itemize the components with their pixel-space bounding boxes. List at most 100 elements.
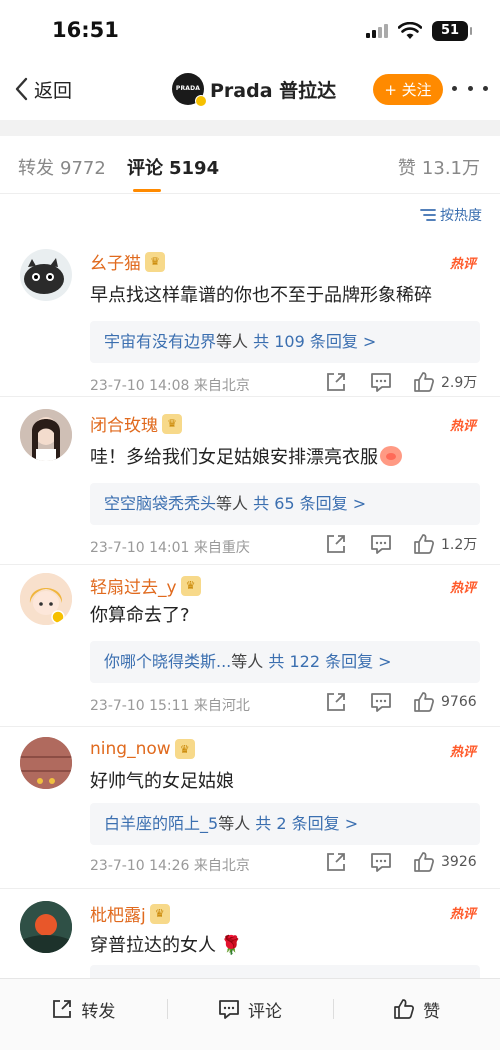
back-button[interactable]: 返回 (14, 74, 72, 104)
sort-by-hot-button[interactable]: 按热度 (420, 205, 482, 225)
repost-button[interactable]: 转发 (0, 979, 167, 1039)
like-button[interactable]: 1.2万 (413, 533, 477, 555)
comment-date: 23-7-10 14:01 (90, 540, 190, 556)
reply-connector: 等人 (216, 332, 249, 351)
reply-user: 你哪个晓得类斯... (104, 652, 232, 671)
vip-badge-icon: ♛ (180, 575, 201, 596)
like-button[interactable]: 3926 (413, 851, 477, 873)
tab-like[interactable]: 赞 13.1万 (398, 154, 480, 180)
status-bar: 16:51 51 (0, 0, 500, 62)
reply-icon[interactable] (370, 533, 392, 555)
bottom-action-bar: 转发 评论 赞 (0, 978, 500, 1050)
comment-item: 轻扇过去_y ♛ 热评 你算命去了? 你哪个晓得类斯...等人 共 122 条回… (0, 565, 500, 727)
comment-meta: 23-7-10 14:26 来自北京 (90, 855, 250, 875)
tab-like-count: 13.1万 (421, 158, 480, 179)
thumbs-up-icon (414, 372, 434, 392)
share-icon[interactable] (325, 851, 347, 873)
share-icon[interactable] (325, 533, 347, 555)
share-icon[interactable] (325, 691, 347, 713)
vip-badge-icon: ♛ (145, 251, 165, 272)
signal-icon (366, 24, 390, 38)
username[interactable]: 轻扇过去_y (90, 573, 177, 598)
reply-icon[interactable] (370, 691, 392, 713)
avatar[interactable] (20, 409, 72, 461)
comment-text: 哇！多给我们女足姑娘安排漂亮衣服 (90, 443, 402, 469)
divider (0, 120, 500, 136)
username[interactable]: 枇杷露j (90, 901, 146, 926)
like-button[interactable]: 2.9万 (413, 371, 477, 393)
rose-emoji-icon: 🌹 (220, 935, 243, 956)
navbar: 返回 PRADA Prada 普拉达 + 关注 (0, 62, 500, 118)
reply-connector: 等人 (216, 494, 249, 513)
like-post-button[interactable]: 赞 (333, 979, 500, 1039)
status-time: 16:51 (52, 18, 119, 42)
comment-location: 来自河北 (193, 698, 250, 714)
comment-date: 23-7-10 14:08 (90, 378, 190, 394)
replies-link[interactable] (90, 965, 480, 978)
reply-icon[interactable] (370, 851, 392, 873)
comment-item: 枇杷露j ♛ 热评 穿普拉达的女人 🌹 (0, 889, 500, 978)
account-header[interactable]: PRADA Prada 普拉达 (172, 72, 337, 107)
reply-icon[interactable] (370, 371, 392, 393)
hot-comment-badge: 热评 (449, 581, 476, 596)
follow-button[interactable]: + 关注 (373, 74, 443, 105)
username-row: 闭合玫瑰 ♛ (90, 411, 182, 436)
comment-item: 幺子猫 ♛ 热评 早点找这样靠谱的你也不至于品牌形象稀碎 宇宙有没有边界等人 共… (0, 235, 500, 397)
account-avatar: PRADA (172, 73, 207, 107)
more-options-icon[interactable] (452, 86, 488, 94)
avatar[interactable] (20, 249, 72, 301)
reply-count: 共 109 条回复 > (253, 332, 377, 351)
verified-badge-icon (195, 95, 207, 107)
thumbs-up-icon (414, 534, 434, 554)
username[interactable]: 幺子猫 (90, 249, 141, 274)
sort-label: 按热度 (440, 208, 482, 224)
hot-comment-badge: 热评 (449, 257, 476, 272)
thumbs-up-icon (394, 999, 415, 1019)
reply-user: 白羊座的陌上_5 (104, 814, 219, 833)
avatar[interactable] (20, 901, 72, 953)
comment-actions: 3926 (325, 849, 485, 877)
comment-date: 23-7-10 15:11 (90, 698, 190, 714)
replies-link[interactable]: 你哪个晓得类斯...等人 共 122 条回复 > (90, 641, 480, 683)
repost-label: 转发 (81, 1001, 116, 1022)
like-button[interactable]: 9766 (413, 691, 477, 713)
comment-meta: 23-7-10 14:01 来自重庆 (90, 537, 250, 557)
tab-comment-label: 评论 (127, 158, 163, 179)
tab-repost[interactable]: 转发 9772 (18, 154, 106, 180)
replies-link[interactable]: 白羊座的陌上_5等人 共 2 条回复 > (90, 803, 480, 845)
comment-meta: 23-7-10 15:11 来自河北 (90, 695, 250, 715)
like-count: 3926 (441, 854, 477, 870)
comment-icon (219, 1000, 239, 1019)
like-count: 1.2万 (441, 537, 478, 553)
thumbs-up-icon (414, 692, 434, 712)
comment-text-content: 穿普拉达的女人 (90, 935, 216, 956)
reply-connector: 等人 (231, 652, 264, 671)
tab-repost-label: 转发 (18, 158, 54, 179)
avatar[interactable] (20, 737, 72, 789)
tab-comment-count: 5194 (169, 158, 220, 179)
username[interactable]: ning_now (90, 739, 171, 759)
account-name: Prada 普拉达 (210, 79, 337, 102)
comment-meta: 23-7-10 14:08 来自北京 (90, 375, 250, 395)
back-label: 返回 (34, 79, 73, 102)
replies-link[interactable]: 宇宙有没有边界等人 共 109 条回复 > (90, 321, 480, 363)
comment-date: 23-7-10 14:26 (90, 858, 190, 874)
vip-badge-icon: ♛ (162, 413, 182, 434)
avatar[interactable] (20, 573, 72, 625)
username[interactable]: 闭合玫瑰 (90, 411, 158, 436)
comment-text: 你算命去了? (90, 605, 190, 626)
share-icon[interactable] (325, 371, 347, 393)
vip-badge-icon: ♛ (149, 903, 170, 924)
sort-icon (420, 209, 436, 221)
tab-comment[interactable]: 评论 5194 (127, 154, 220, 192)
replies-link[interactable]: 空空脑袋秃秃头等人 共 65 条回复 > (90, 483, 480, 525)
comment-item: 闭合玫瑰 ♛ 热评 哇！多给我们女足姑娘安排漂亮衣服 空空脑袋秃秃头等人 共 6… (0, 397, 500, 565)
reply-user: 宇宙有没有边界 (104, 332, 217, 351)
hot-comment-badge: 热评 (449, 907, 476, 922)
comment-button[interactable]: 评论 (166, 979, 334, 1039)
username-row: 幺子猫 ♛ (90, 249, 165, 274)
reply-count: 共 122 条回复 > (268, 652, 392, 671)
username-row: ning_now ♛ (90, 739, 195, 759)
username-row: 枇杷露j ♛ (90, 901, 170, 926)
comment-location: 来自重庆 (193, 540, 250, 556)
